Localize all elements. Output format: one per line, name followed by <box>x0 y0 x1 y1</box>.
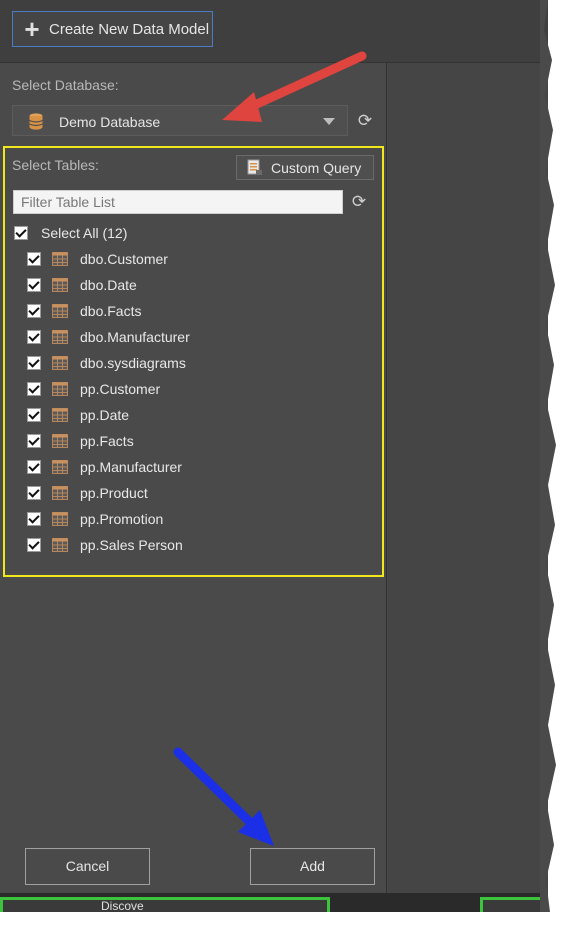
refresh-tables-icon[interactable]: ⟳ <box>350 193 368 211</box>
table-checkbox[interactable] <box>27 460 41 474</box>
table-row-label: pp.Product <box>80 485 148 501</box>
table-checkbox[interactable] <box>27 434 41 448</box>
table-icon <box>52 486 68 500</box>
add-button[interactable]: Add <box>250 848 375 885</box>
table-icon <box>52 512 68 526</box>
table-icon <box>52 278 68 292</box>
table-icon <box>52 460 68 474</box>
table-row-label: pp.Facts <box>80 433 134 449</box>
bottom-tab-highlight-2[interactable] <box>480 897 548 912</box>
table-row-label: dbo.Facts <box>80 303 142 319</box>
database-icon <box>29 113 43 130</box>
table-row-label: pp.Sales Person <box>80 537 183 553</box>
bottom-tab-highlight[interactable]: Discove <box>0 897 330 912</box>
select-database-label: Select Database: <box>12 77 119 93</box>
bottom-margin <box>0 912 548 924</box>
torn-edge <box>540 0 556 912</box>
table-icon <box>52 382 68 396</box>
table-checkbox[interactable] <box>27 278 41 292</box>
table-checkbox[interactable] <box>27 252 41 266</box>
table-checkbox[interactable] <box>27 330 41 344</box>
custom-query-button[interactable]: Custom Query <box>236 155 374 180</box>
chevron-down-icon <box>323 118 335 125</box>
table-checkbox[interactable] <box>27 356 41 370</box>
bottom-tab-label: Discove <box>101 899 144 912</box>
plus-icon: + <box>24 14 40 44</box>
table-checkbox[interactable] <box>27 538 41 552</box>
create-new-data-model-button[interactable]: + Create New Data Model <box>12 11 213 47</box>
table-icon <box>52 304 68 318</box>
select-all-checkbox[interactable] <box>14 226 28 240</box>
custom-query-label: Custom Query <box>271 160 362 176</box>
selected-database: Demo Database <box>59 114 161 130</box>
toolbar: + Create New Data Model <box>0 0 548 63</box>
table-row-label: pp.Manufacturer <box>80 459 182 475</box>
select-tables-label: Select Tables: <box>12 157 99 173</box>
table-checkbox[interactable] <box>27 512 41 526</box>
table-row-label: dbo.sysdiagrams <box>80 355 186 371</box>
table-icon <box>52 434 68 448</box>
table-row-label: pp.Promotion <box>80 511 164 527</box>
table-checkbox[interactable] <box>27 304 41 318</box>
table-checkbox[interactable] <box>27 486 41 500</box>
table-icon <box>52 330 68 344</box>
table-checkbox[interactable] <box>27 382 41 396</box>
table-row-label: dbo.Customer <box>80 251 168 267</box>
table-row-label: pp.Customer <box>80 381 161 397</box>
create-new-data-model-label: Create New Data Model <box>49 20 210 38</box>
table-icon <box>52 538 68 552</box>
preview-panel <box>388 63 548 893</box>
select-all-label: Select All (12) <box>41 225 128 241</box>
data-model-panel: + Create New Data Model Select Database:… <box>0 0 548 912</box>
table-row-label: dbo.Date <box>80 277 137 293</box>
table-checkbox[interactable] <box>27 408 41 422</box>
table-row-label: pp.Date <box>80 407 130 423</box>
filter-table-list-input[interactable] <box>13 190 343 214</box>
cancel-button[interactable]: Cancel <box>25 848 150 885</box>
table-icon <box>52 408 68 422</box>
table-icon <box>52 252 68 266</box>
refresh-database-icon[interactable]: ⟳ <box>356 112 374 130</box>
table-icon <box>52 356 68 370</box>
table-row-label: dbo.Manufacturer <box>80 329 190 345</box>
database-dropdown[interactable]: Demo Database <box>12 105 348 136</box>
custom-query-icon <box>247 159 262 175</box>
